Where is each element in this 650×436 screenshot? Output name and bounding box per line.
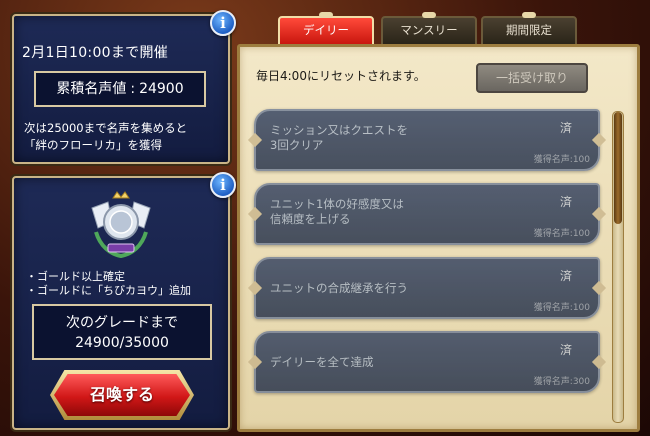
tab-ornament-icon	[522, 12, 536, 18]
info-icon[interactable]: i	[210, 172, 236, 198]
grade-bullet-2: ・ゴールドに「ちびカヨウ」追加	[26, 284, 191, 297]
cumulative-fame-box: 累積名声値:24900	[34, 71, 206, 107]
reset-note: 毎日4:00にリセットされます。	[256, 69, 426, 83]
grade-panel: i ・ゴールド以上確定 ・ゴールドに「ちびカヨウ」追加 次のグレードまで 249…	[12, 172, 236, 430]
card-stud-icon	[247, 280, 263, 296]
tab-monthly[interactable]: マンスリー	[381, 16, 477, 46]
fame-separator: :	[130, 81, 136, 97]
card-stud-icon	[591, 206, 607, 222]
fame-label: 累積名声値	[56, 81, 127, 97]
next-grade-box: 次のグレードまで 24900/35000	[32, 304, 212, 360]
card-stud-icon	[247, 132, 263, 148]
mission-reward: 獲得名声:100	[533, 229, 590, 239]
event-period: 2月1日10:00まで開催	[22, 45, 169, 61]
tab-ornament-icon	[319, 12, 333, 18]
mission-card[interactable]: デイリーを全て達成 済 獲得名声:300	[247, 331, 607, 393]
mission-status: 済	[559, 269, 572, 283]
grade-emblem-icon	[91, 191, 151, 259]
event-info-panel: i 2月1日10:00まで開催 累積名声値:24900 次は25000まで名声を…	[12, 10, 236, 164]
reward-line-1: 次は25000まで名声を集めると	[24, 121, 188, 135]
summon-button[interactable]: 召喚する	[54, 374, 190, 416]
mission-status: 済	[559, 343, 572, 357]
mission-title: ユニット1体の好感度又は 信頼度を上げる	[270, 197, 404, 226]
mission-list-panel: 毎日4:00にリセットされます。 一括受け取り ミッション又はクエストを 3回ク…	[237, 44, 640, 432]
next-grade-progress: 24900/35000	[75, 335, 169, 351]
card-stud-icon	[247, 354, 263, 370]
claim-all-button[interactable]: 一括受け取り	[476, 63, 588, 93]
card-stud-icon	[591, 354, 607, 370]
next-reward-note: 次は25000まで名声を集めると 「絆のフローリカ」を獲得	[24, 120, 230, 154]
tab-limited[interactable]: 期間限定	[481, 16, 577, 46]
reward-line-2: 「絆のフローリカ」を獲得	[24, 138, 162, 152]
mission-status: 済	[559, 195, 572, 209]
fame-value: 24900	[139, 81, 184, 97]
next-grade-label: 次のグレードまで	[66, 315, 178, 331]
mission-card[interactable]: ミッション又はクエストを 3回クリア 済 獲得名声:100	[247, 109, 607, 171]
info-icon[interactable]: i	[210, 10, 236, 36]
mission-title: デイリーを全て達成	[270, 355, 374, 369]
mission-card[interactable]: ユニットの合成継承を行う 済 獲得名声:100	[247, 257, 607, 319]
tab-daily[interactable]: デイリー	[278, 16, 374, 46]
card-stud-icon	[591, 280, 607, 296]
card-stud-icon	[591, 132, 607, 148]
mission-status: 済	[559, 121, 572, 135]
mission-reward: 獲得名声:300	[533, 377, 590, 387]
tab-ornament-icon	[422, 12, 436, 18]
mission-title: ユニットの合成継承を行う	[270, 281, 408, 295]
scrollbar-thumb[interactable]	[614, 112, 622, 224]
mission-card[interactable]: ユニット1体の好感度又は 信頼度を上げる 済 獲得名声:100	[247, 183, 607, 245]
card-stud-icon	[247, 206, 263, 222]
mission-reward: 獲得名声:100	[533, 155, 590, 165]
mission-title: ミッション又はクエストを 3回クリア	[270, 123, 408, 152]
scrollbar[interactable]	[612, 111, 624, 423]
mission-reward: 獲得名声:100	[533, 303, 590, 313]
